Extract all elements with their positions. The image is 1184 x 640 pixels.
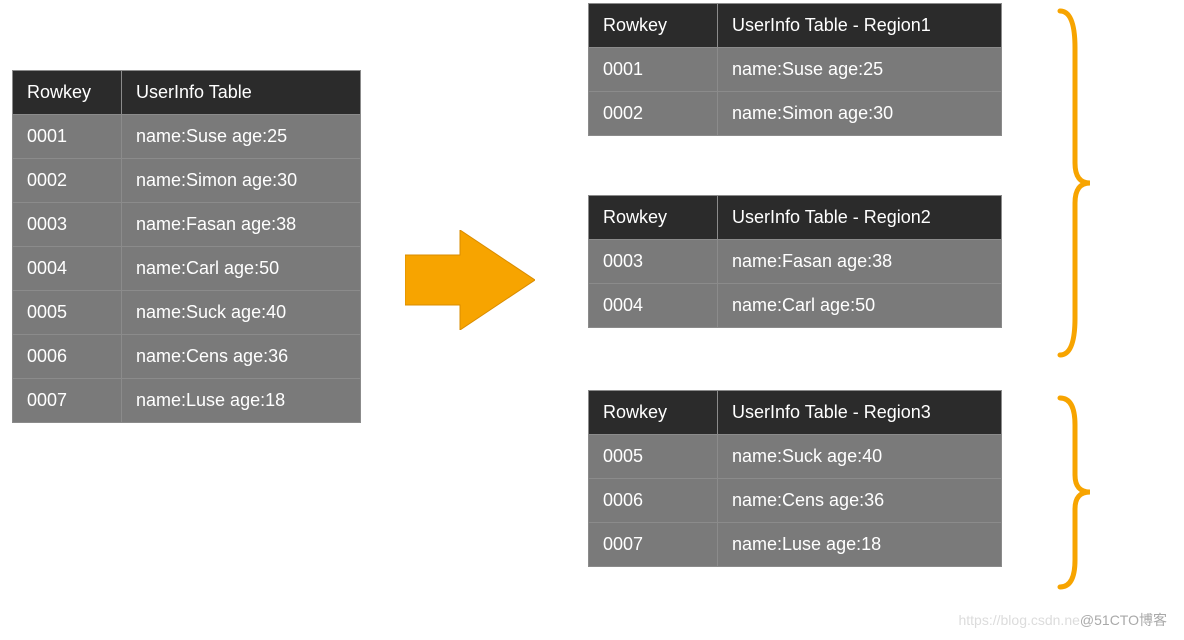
cell-rowkey: 0001 bbox=[13, 115, 122, 159]
table-row: 0003name:Fasan age:38 bbox=[13, 203, 361, 247]
watermark-seg2: @51CTO博客 bbox=[1080, 612, 1167, 628]
region3-table: Rowkey UserInfo Table - Region3 0005name… bbox=[588, 390, 1002, 567]
table-row: 0001name:Suse age:25 bbox=[589, 48, 1002, 92]
cell-rowkey: 0002 bbox=[13, 159, 122, 203]
cell-value: name:Suck age:40 bbox=[122, 291, 361, 335]
cell-rowkey: 0005 bbox=[589, 435, 718, 479]
header-rowkey: Rowkey bbox=[589, 391, 718, 435]
cell-value: name:Luse age:18 bbox=[122, 379, 361, 423]
cell-value: name:Suse age:25 bbox=[718, 48, 1002, 92]
cell-rowkey: 0001 bbox=[589, 48, 718, 92]
userinfo-table: Rowkey UserInfo Table 0001name:Suse age:… bbox=[12, 70, 361, 423]
cell-rowkey: 0002 bbox=[589, 92, 718, 136]
table-row: 0003name:Fasan age:38 bbox=[589, 240, 1002, 284]
cell-value: name:Simon age:30 bbox=[718, 92, 1002, 136]
header-userinfo: UserInfo Table bbox=[122, 71, 361, 115]
cell-value: name:Suse age:25 bbox=[122, 115, 361, 159]
cell-value: name:Cens age:36 bbox=[718, 479, 1002, 523]
header-rowkey: Rowkey bbox=[589, 196, 718, 240]
header-rowkey: Rowkey bbox=[13, 71, 122, 115]
brace-regions-1-2-icon bbox=[1055, 8, 1095, 358]
table-row: 0007name:Luse age:18 bbox=[13, 379, 361, 423]
header-rowkey: Rowkey bbox=[589, 4, 718, 48]
header-userinfo: UserInfo Table - Region2 bbox=[718, 196, 1002, 240]
watermark-seg1: https://blog.csdn.ne bbox=[958, 612, 1079, 628]
cell-value: name:Simon age:30 bbox=[122, 159, 361, 203]
cell-rowkey: 0007 bbox=[13, 379, 122, 423]
region2-table: Rowkey UserInfo Table - Region2 0003name… bbox=[588, 195, 1002, 328]
cell-value: name:Cens age:36 bbox=[122, 335, 361, 379]
table-row: 0007name:Luse age:18 bbox=[589, 523, 1002, 567]
table-row: 0004name:Carl age:50 bbox=[13, 247, 361, 291]
cell-value: name:Fasan age:38 bbox=[122, 203, 361, 247]
cell-rowkey: 0006 bbox=[589, 479, 718, 523]
cell-value: name:Luse age:18 bbox=[718, 523, 1002, 567]
table-row: 0006name:Cens age:36 bbox=[589, 479, 1002, 523]
brace-region-3-icon bbox=[1055, 395, 1095, 590]
cell-rowkey: 0006 bbox=[13, 335, 122, 379]
cell-rowkey: 0004 bbox=[13, 247, 122, 291]
cell-rowkey: 0004 bbox=[589, 284, 718, 328]
table-row: 0002name:Simon age:30 bbox=[13, 159, 361, 203]
cell-rowkey: 0003 bbox=[13, 203, 122, 247]
header-userinfo: UserInfo Table - Region1 bbox=[718, 4, 1002, 48]
cell-rowkey: 0005 bbox=[13, 291, 122, 335]
table-row: 0004name:Carl age:50 bbox=[589, 284, 1002, 328]
cell-rowkey: 0007 bbox=[589, 523, 718, 567]
cell-value: name:Carl age:50 bbox=[718, 284, 1002, 328]
watermark: https://blog.csdn.ne@51CTO博客 bbox=[958, 610, 1167, 630]
region1-table: Rowkey UserInfo Table - Region1 0001name… bbox=[588, 3, 1002, 136]
cell-rowkey: 0003 bbox=[589, 240, 718, 284]
table-row: 0005name:Suck age:40 bbox=[589, 435, 1002, 479]
table-row: 0005name:Suck age:40 bbox=[13, 291, 361, 335]
header-userinfo: UserInfo Table - Region3 bbox=[718, 391, 1002, 435]
cell-value: name:Fasan age:38 bbox=[718, 240, 1002, 284]
arrow-icon bbox=[405, 230, 535, 330]
table-row: 0001name:Suse age:25 bbox=[13, 115, 361, 159]
table-row: 0002name:Simon age:30 bbox=[589, 92, 1002, 136]
table-row: 0006name:Cens age:36 bbox=[13, 335, 361, 379]
cell-value: name:Carl age:50 bbox=[122, 247, 361, 291]
cell-value: name:Suck age:40 bbox=[718, 435, 1002, 479]
